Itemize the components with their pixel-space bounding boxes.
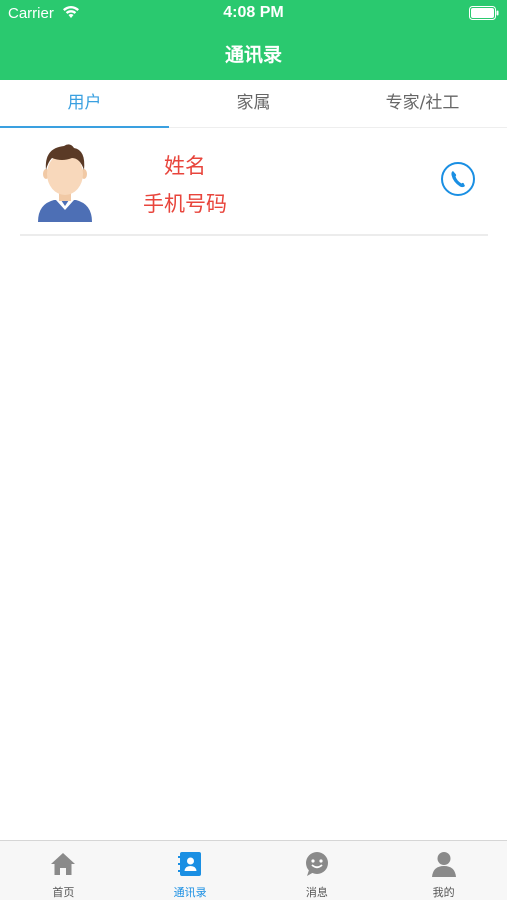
- male-avatar-icon: [38, 144, 92, 222]
- tabbar-messages[interactable]: 消息: [254, 841, 381, 900]
- message-icon: [305, 852, 328, 876]
- tab-experts[interactable]: 专家/社工: [338, 80, 507, 127]
- contacts-icon: [178, 852, 202, 876]
- page-title: 通讯录: [224, 44, 282, 66]
- battery-icon: [469, 6, 499, 20]
- tab-users[interactable]: 用户: [0, 80, 169, 128]
- tabbar-messages-label: 消息: [305, 886, 328, 899]
- home-icon: [51, 853, 76, 875]
- header: Carrier 4:08 PM 通讯录: [0, 0, 507, 80]
- status-time: 4:08 PM: [223, 4, 284, 21]
- segment-tabs: 用户 家属 专家/社工: [0, 80, 507, 128]
- status-bar: Carrier 4:08 PM: [0, 0, 507, 28]
- contact-phone: 手机号码: [143, 192, 227, 216]
- tabbar-contacts[interactable]: 通讯录: [127, 841, 254, 900]
- tab-family[interactable]: 家属: [169, 80, 338, 127]
- tabbar-home[interactable]: 首页: [0, 841, 127, 900]
- contact-name: 姓名: [164, 154, 206, 178]
- contact-list-item[interactable]: 姓名 手机号码: [20, 130, 488, 236]
- phone-icon[interactable]: [440, 161, 476, 197]
- profile-icon: [431, 852, 456, 877]
- tabbar-profile-label: 我的: [432, 886, 455, 899]
- tabbar-contacts-label: 通讯录: [173, 886, 207, 899]
- tabbar-profile[interactable]: 我的: [380, 841, 507, 900]
- bottom-tab-bar: 首页 通讯录 消息 我的: [0, 840, 507, 900]
- tabbar-home-label: 首页: [52, 886, 75, 899]
